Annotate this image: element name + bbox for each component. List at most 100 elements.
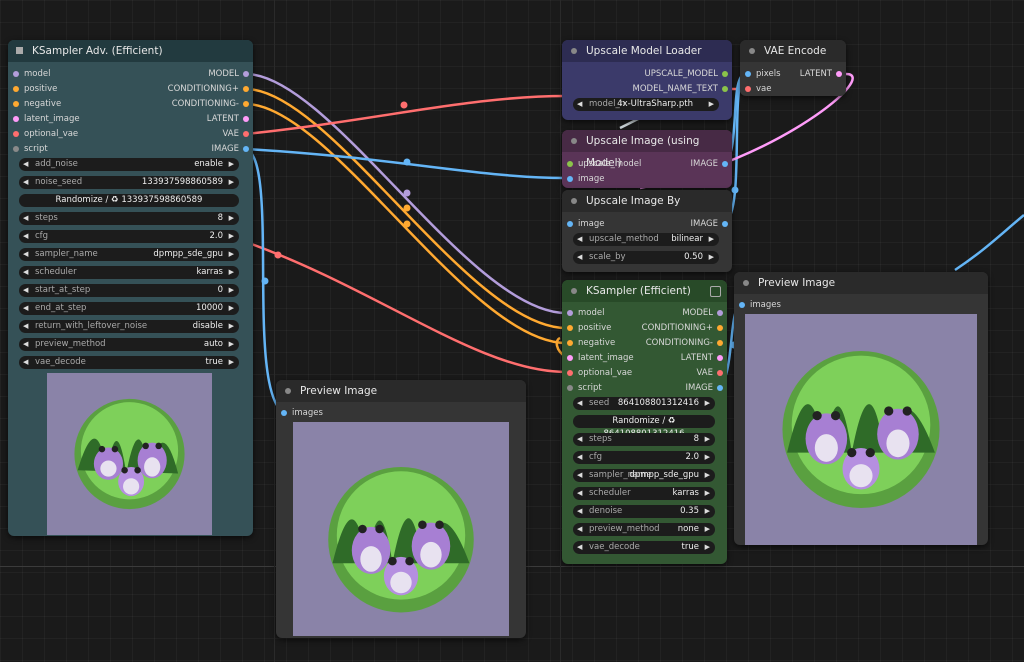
arrow-right-icon[interactable]: ▶	[229, 302, 234, 315]
arrow-right-icon[interactable]: ▶	[229, 176, 234, 189]
arrow-left-icon[interactable]: ◀	[577, 523, 582, 536]
input-positive[interactable]: positive	[8, 82, 57, 96]
end-at-step-widget[interactable]: ◀ end_at_step 10000 ▶	[19, 302, 239, 315]
arrow-left-icon[interactable]: ◀	[23, 212, 28, 225]
input-images[interactable]: images	[276, 406, 323, 420]
collapse-icon[interactable]	[16, 47, 23, 54]
node-title-bar[interactable]: Upscale Image (using Model)	[562, 130, 732, 169]
arrow-right-icon[interactable]: ▶	[705, 433, 710, 446]
output-model[interactable]: MODEL	[208, 67, 253, 81]
arrow-left-icon[interactable]: ◀	[23, 284, 28, 297]
upscale-model-loader-node[interactable]: Upscale Model Loader UPSCALE_MODEL MODEL…	[562, 40, 732, 120]
arrow-right-icon[interactable]: ▶	[705, 469, 710, 482]
arrow-left-icon[interactable]: ◀	[577, 433, 582, 446]
input-positive[interactable]: positive	[562, 321, 611, 335]
collapse-icon[interactable]	[571, 138, 577, 144]
model-name-widget[interactable]: ◀ model_n 4x-UltraSharp.pth ▶	[573, 98, 719, 111]
preview-method-widget[interactable]: ◀ preview_method none ▶	[573, 523, 715, 536]
node-title-bar[interactable]: KSampler (Efficient)	[562, 280, 727, 302]
output-conditioning[interactable]: CONDITIONING+	[168, 82, 253, 96]
arrow-left-icon[interactable]: ◀	[23, 176, 28, 189]
output-latent[interactable]: LATENT	[207, 112, 253, 126]
output-upscale-model[interactable]: UPSCALE_MODEL	[644, 67, 732, 81]
output-latent[interactable]: LATENT	[800, 67, 846, 81]
scheduler-widget[interactable]: ◀ scheduler karras ▶	[573, 487, 715, 500]
output-image[interactable]: IMAGE	[686, 381, 727, 395]
scale-by-widget[interactable]: ◀ scale_by 0.50 ▶	[573, 251, 719, 264]
input-latent-image[interactable]: latent_image	[562, 351, 634, 365]
arrow-left-icon[interactable]: ◀	[577, 541, 582, 554]
steps-widget[interactable]: ◀ steps 8 ▶	[573, 433, 715, 446]
node-options-icon[interactable]	[710, 286, 721, 297]
arrow-right-icon[interactable]: ▶	[229, 320, 234, 333]
arrow-right-icon[interactable]: ▶	[705, 487, 710, 500]
node-title-bar[interactable]: Upscale Image By	[562, 190, 732, 212]
arrow-right-icon[interactable]: ▶	[229, 248, 234, 261]
denoise-widget[interactable]: ◀ denoise 0.35 ▶	[573, 505, 715, 518]
cfg-widget[interactable]: ◀ cfg 2.0 ▶	[573, 451, 715, 464]
input-model[interactable]: model	[562, 306, 604, 320]
arrow-left-icon[interactable]: ◀	[23, 302, 28, 315]
output-model-name-text[interactable]: MODEL_NAME_TEXT	[633, 82, 732, 96]
scheduler-widget[interactable]: ◀ scheduler karras ▶	[19, 266, 239, 279]
cfg-widget[interactable]: ◀ cfg 2.0 ▶	[19, 230, 239, 243]
arrow-right-icon[interactable]: ▶	[229, 158, 234, 171]
sampler-name-widget[interactable]: ◀ sampler_name dpmpp_sde_gpu ▶	[19, 248, 239, 261]
arrow-left-icon[interactable]: ◀	[23, 338, 28, 351]
input-script[interactable]: script	[8, 142, 48, 156]
arrow-right-icon[interactable]: ▶	[705, 523, 710, 536]
arrow-right-icon[interactable]: ▶	[229, 356, 234, 369]
collapse-icon[interactable]	[743, 280, 749, 286]
collapse-icon[interactable]	[749, 48, 755, 54]
arrow-left-icon[interactable]: ◀	[577, 469, 582, 482]
arrow-left-icon[interactable]: ◀	[23, 230, 28, 243]
arrow-left-icon[interactable]: ◀	[577, 397, 582, 410]
input-upscale-model[interactable]: upscale_model	[562, 157, 641, 171]
input-image[interactable]: image	[562, 172, 604, 186]
arrow-left-icon[interactable]: ◀	[577, 505, 582, 518]
preview-method-widget[interactable]: ◀ preview_method auto ▶	[19, 338, 239, 351]
randomize-seed-button[interactable]: Randomize / ♻ 133937598860589	[19, 194, 239, 207]
input-vae[interactable]: vae	[740, 82, 771, 96]
arrow-right-icon[interactable]: ▶	[705, 505, 710, 518]
arrow-right-icon[interactable]: ▶	[705, 541, 710, 554]
input-image[interactable]: image	[562, 217, 604, 231]
noise-seed-widget[interactable]: ◀ noise_seed 133937598860589 ▶	[19, 176, 239, 189]
vae-encode-node[interactable]: VAE Encode pixels vae LATENT	[740, 40, 846, 96]
randomize-seed-button[interactable]: Randomize / ♻ 864108801312416	[573, 415, 715, 439]
collapse-icon[interactable]	[571, 48, 577, 54]
output-image[interactable]: IMAGE	[691, 217, 732, 231]
arrow-right-icon[interactable]: ▶	[705, 451, 710, 464]
input-optional-vae[interactable]: optional_vae	[562, 366, 632, 380]
output-image[interactable]: IMAGE	[212, 142, 253, 156]
arrow-right-icon[interactable]: ▶	[229, 338, 234, 351]
ksampler-adv-node[interactable]: KSampler Adv. (Efficient) model positive n…	[8, 40, 253, 536]
arrow-left-icon[interactable]: ◀	[23, 248, 28, 261]
arrow-left-icon[interactable]: ◀	[23, 158, 28, 171]
add-noise-widget[interactable]: ◀ add_noise enable ▶	[19, 158, 239, 171]
output-model[interactable]: MODEL	[682, 306, 727, 320]
node-title-bar[interactable]: VAE Encode	[740, 40, 846, 62]
preview-image-node[interactable]: Preview Image images	[734, 272, 988, 545]
upscale-method-widget[interactable]: ◀ upscale_method bilinear ▶	[573, 233, 719, 246]
input-negative[interactable]: negative	[8, 97, 61, 111]
arrow-right-icon[interactable]: ▶	[229, 212, 234, 225]
input-script[interactable]: script	[562, 381, 602, 395]
node-title-bar[interactable]: Upscale Model Loader	[562, 40, 732, 62]
vae-decode-widget[interactable]: ◀ vae_decode true ▶	[573, 541, 715, 554]
arrow-left-icon[interactable]: ◀	[577, 451, 582, 464]
upscale-image-model-node[interactable]: Upscale Image (using Model) upscale_mode…	[562, 130, 732, 188]
output-conditioning[interactable]: CONDITIONING-	[646, 336, 727, 350]
node-title-bar[interactable]: KSampler Adv. (Efficient)	[8, 40, 253, 62]
input-images[interactable]: images	[734, 298, 781, 312]
steps-widget[interactable]: ◀ steps 8 ▶	[19, 212, 239, 225]
arrow-right-icon[interactable]: ▶	[229, 284, 234, 297]
output-image[interactable]: IMAGE	[691, 157, 732, 171]
input-optional-vae[interactable]: optional_vae	[8, 127, 78, 141]
return-with-leftover-noise-widget[interactable]: ◀ return_with_leftover_noise disable ▶	[19, 320, 239, 333]
output-conditioning[interactable]: CONDITIONING+	[642, 321, 727, 335]
collapse-icon[interactable]	[571, 198, 577, 204]
arrow-left-icon[interactable]: ◀	[23, 266, 28, 279]
node-title-bar[interactable]: Preview Image	[276, 380, 526, 402]
vae-decode-widget[interactable]: ◀ vae_decode true ▶	[19, 356, 239, 369]
